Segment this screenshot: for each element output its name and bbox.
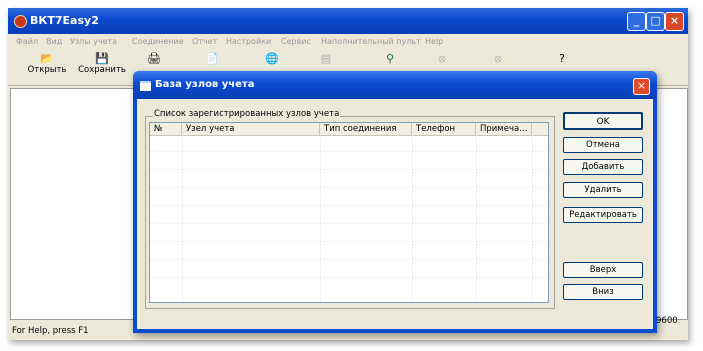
menu-bar: Файл Вид Узлы учета Соединение Отчет Нас… [8, 35, 688, 49]
floppy-disk-icon: 💾 [95, 52, 109, 65]
document-icon: 📄 [205, 52, 219, 65]
grid-line [150, 277, 548, 278]
edit-button[interactable]: Редактировать [563, 207, 643, 223]
globe-icon: 🌐 [265, 52, 279, 65]
dialog-close-button[interactable]: × [633, 78, 650, 95]
magnifier-icon: ⚲ [385, 52, 395, 65]
question-mark-icon: ? [559, 52, 565, 65]
nodes-list[interactable]: № Узел учета Тип соединения Телефон Прим… [149, 122, 549, 303]
print-button[interactable]: 🖨 [144, 53, 164, 65]
search-button[interactable]: ⚲ [380, 53, 400, 65]
move-down-button[interactable]: Вниз [563, 284, 643, 300]
dialog-title: База узлов учета [155, 79, 255, 90]
app-titlebar[interactable]: ВКТ7Easy2 _ □ × [8, 8, 688, 34]
list-header: № Узел учета Тип соединения Телефон Прим… [150, 123, 548, 136]
cancel-button[interactable]: Отмена [563, 137, 643, 153]
open-button[interactable]: 📂 Открыть [22, 52, 72, 76]
minimize-button[interactable]: _ [627, 12, 646, 31]
baud-rate: 9600 [656, 316, 678, 326]
menu-help[interactable]: Help [425, 37, 443, 46]
grid-line [150, 187, 548, 188]
grid-line [150, 259, 548, 260]
app-logo-icon [14, 15, 27, 28]
connect-button[interactable]: 🌐 [262, 53, 282, 65]
menu-report[interactable]: Отчет [192, 37, 217, 46]
save-label: Сохранить [78, 65, 126, 75]
grid-line [150, 205, 548, 206]
app-title: ВКТ7Easy2 [30, 14, 99, 27]
folder-open-icon: 📂 [40, 52, 54, 65]
column-phone[interactable]: Телефон [412, 123, 476, 135]
nodes-database-dialog: База узлов учета × Список зарегистрирова… [133, 71, 657, 333]
column-number[interactable]: № [150, 123, 182, 135]
ok-button[interactable]: OK [563, 112, 643, 130]
dialog-titlebar[interactable]: База узлов учета × [133, 71, 657, 99]
printer-icon: 🖨 [147, 52, 161, 65]
menu-remote[interactable]: Наполнительный пульт [321, 37, 421, 46]
dialog-body: Список зарегистрированных узлов учета № … [137, 99, 653, 329]
window-icon [140, 81, 151, 91]
form-icon: ▤ [320, 52, 332, 65]
add-button[interactable]: Добавить [563, 159, 643, 175]
close-button[interactable]: × [665, 12, 684, 31]
group-label: Список зарегистрированных узлов учета [153, 109, 341, 119]
grid-line [150, 169, 548, 170]
stop-button[interactable]: ⦻ [432, 53, 452, 65]
column-connection-type[interactable]: Тип соединения [320, 123, 412, 135]
help-button[interactable]: ? [552, 53, 572, 65]
save-button[interactable]: 💾 Сохранить [74, 52, 130, 76]
menu-nodes[interactable]: Узлы учета [70, 37, 117, 46]
move-up-button[interactable]: Вверх [563, 262, 643, 278]
menu-connection[interactable]: Соединение [132, 37, 184, 46]
cancel-icon: ⦻ [494, 52, 502, 65]
menu-view[interactable]: Вид [46, 37, 62, 46]
grid-line [150, 151, 548, 152]
column-note[interactable]: Примеча... [476, 123, 532, 135]
maximize-button[interactable]: □ [646, 12, 665, 31]
cancel-op-button[interactable]: ⦻ [488, 53, 508, 65]
menu-settings[interactable]: Настройки [226, 37, 271, 46]
status-text: For Help, press F1 [12, 326, 89, 336]
document-button[interactable]: 📄 [202, 53, 222, 65]
form-button[interactable]: ▤ [316, 53, 336, 65]
open-label: Открыть [27, 65, 67, 75]
column-node[interactable]: Узел учета [182, 123, 320, 135]
grid-line [150, 241, 548, 242]
menu-file[interactable]: Файл [16, 37, 38, 46]
menu-service[interactable]: Сервис [281, 37, 311, 46]
delete-button[interactable]: Удалить [563, 182, 643, 198]
stop-icon: ⦻ [438, 52, 446, 65]
grid-line [150, 223, 548, 224]
